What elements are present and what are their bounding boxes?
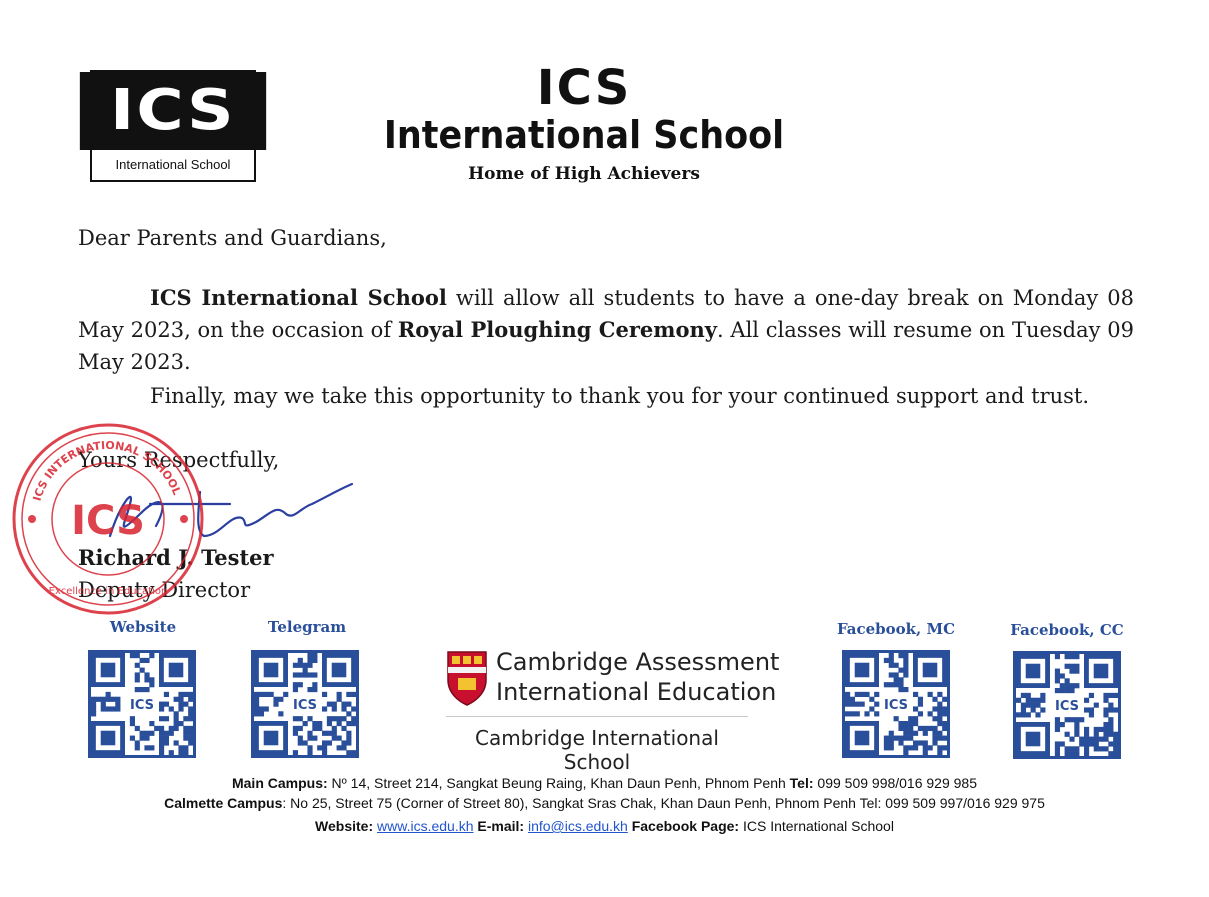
main-campus-address: Nº 14, Street 214, Sangkat Beung Raing, … <box>327 775 790 791</box>
official-stamp: ICS INTERNATIONAL SCHOOL ICS Excellence … <box>12 423 204 615</box>
website-link[interactable]: www.ics.edu.kh <box>377 818 473 834</box>
main-campus-tel-label: Tel: <box>789 775 814 791</box>
cambridge-shield-icon <box>447 651 487 706</box>
main-campus-label: Main Campus: <box>231 775 328 791</box>
qr-code-telegram[interactable]: ICS <box>251 650 359 758</box>
stamp-ring-text: ICS INTERNATIONAL SCHOOL <box>31 439 184 503</box>
logo-text: ICS <box>79 72 267 150</box>
stamp-center-text: ICS <box>71 498 145 544</box>
cambridge-divider <box>446 716 748 717</box>
qr-pattern-icon: ICS <box>91 653 194 756</box>
facebook-page-name: ICS International School <box>739 818 894 834</box>
qr-center-logo-text: ICS <box>884 698 908 713</box>
qr-label-telegram: Telegram <box>267 618 347 636</box>
qr-pattern-icon: ICS <box>254 653 357 756</box>
school-name-bold: ICS International School <box>150 285 447 310</box>
cambridge-line-2: International Education <box>496 678 777 706</box>
qr-pattern-icon: ICS <box>1016 654 1119 757</box>
qr-center-logo-text: ICS <box>293 698 317 713</box>
event-name-bold: Royal Ploughing Ceremony <box>397 317 717 342</box>
footer-contacts: Website: www.ics.edu.kh E-mail: info@ics… <box>0 818 1209 834</box>
footer-main-campus: Main Campus: Nº 14, Street 214, Sangkat … <box>0 775 1209 791</box>
calmette-campus-label: Calmette Campus <box>164 795 283 811</box>
letter-paragraph-2: Finally, may we take this opportunity to… <box>150 384 1090 408</box>
stamp-motto: Excellence in Education <box>49 586 168 597</box>
letter-paragraph-1: ICS International School will allow all … <box>78 282 1134 378</box>
qr-label-facebook-mc: Facebook, MC <box>836 620 956 638</box>
cambridge-line-1: Cambridge Assessment <box>496 648 780 676</box>
qr-center-logo-text: ICS <box>130 698 154 713</box>
email-link[interactable]: info@ics.edu.kh <box>528 818 628 834</box>
school-logo: ICS International School <box>79 70 267 182</box>
facebook-label: Facebook Page: <box>631 818 740 834</box>
qr-label-facebook-cc: Facebook, CC <box>1010 621 1124 639</box>
qr-code-website[interactable]: ICS <box>88 650 196 758</box>
main-campus-tel: 099 509 998/016 929 985 <box>813 775 978 791</box>
header-motto: Home of High Achievers <box>468 164 700 184</box>
qr-pattern-icon: ICS <box>845 653 948 756</box>
website-label: Website: <box>315 818 374 834</box>
header-title-ics: ICS <box>536 60 632 116</box>
email-label: E-mail: <box>477 818 525 834</box>
calmette-campus-address: : No 25, Street 75 (Corner of Street 80)… <box>282 795 1045 811</box>
cambridge-line-3: Cambridge International School <box>475 726 719 774</box>
qr-center-logo-text: ICS <box>1055 699 1079 714</box>
letter-greeting: Dear Parents and Guardians, <box>78 226 387 250</box>
header-title-school: International School <box>383 113 785 157</box>
qr-code-facebook-mc[interactable]: ICS <box>842 650 950 758</box>
qr-label-website: Website <box>109 618 177 636</box>
qr-code-facebook-cc[interactable]: ICS <box>1013 651 1121 759</box>
svg-text:ICS INTERNATIONAL SCHOOL: ICS INTERNATIONAL SCHOOL <box>31 439 184 503</box>
footer-calmette-campus: Calmette Campus: No 25, Street 75 (Corne… <box>0 795 1209 811</box>
logo-subtitle: International School <box>115 157 231 172</box>
